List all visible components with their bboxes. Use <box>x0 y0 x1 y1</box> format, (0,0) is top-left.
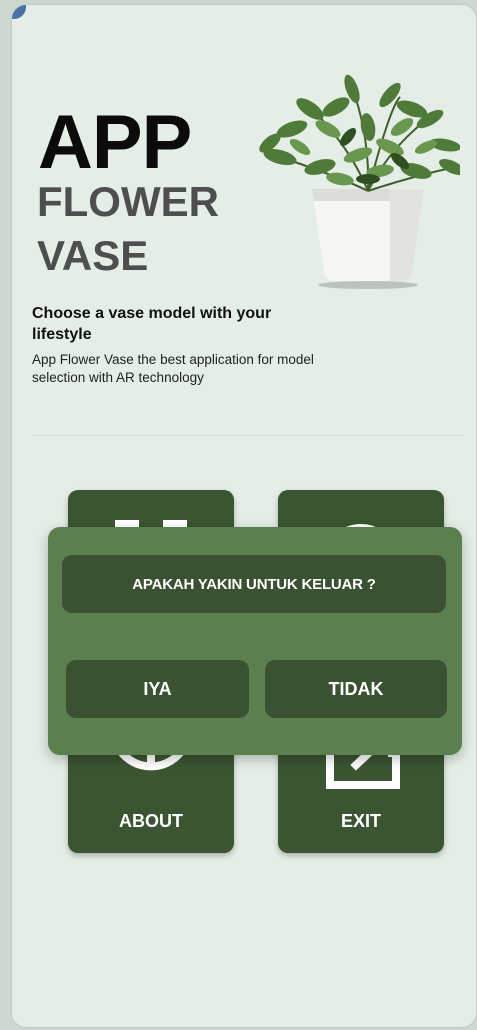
exit-label: EXIT <box>340 811 381 831</box>
intro-headline: Choose a vase model with your lifestyle <box>32 305 272 343</box>
divider <box>32 435 464 436</box>
about-label: ABOUT <box>119 811 183 831</box>
exit-confirmation-dialog: APAKAH YAKIN UNTUK KELUAR ? IYA TIDAK <box>48 527 462 755</box>
app-screen: APP FLOWER VASE Choose a vase model with… <box>12 5 476 1027</box>
potted-plant-image <box>259 74 460 289</box>
app-subtitle-vase: VASE <box>37 232 149 279</box>
corner-accent <box>12 5 26 19</box>
dialog-question: APAKAH YAKIN UNTUK KELUAR ? <box>62 555 446 613</box>
yes-button[interactable]: IYA <box>66 660 249 718</box>
no-button[interactable]: TIDAK <box>265 660 447 718</box>
intro-description: App Flower Vase the best application for… <box>32 352 314 385</box>
app-subtitle-flower: FLOWER <box>37 178 219 225</box>
app-title: APP <box>38 100 192 185</box>
